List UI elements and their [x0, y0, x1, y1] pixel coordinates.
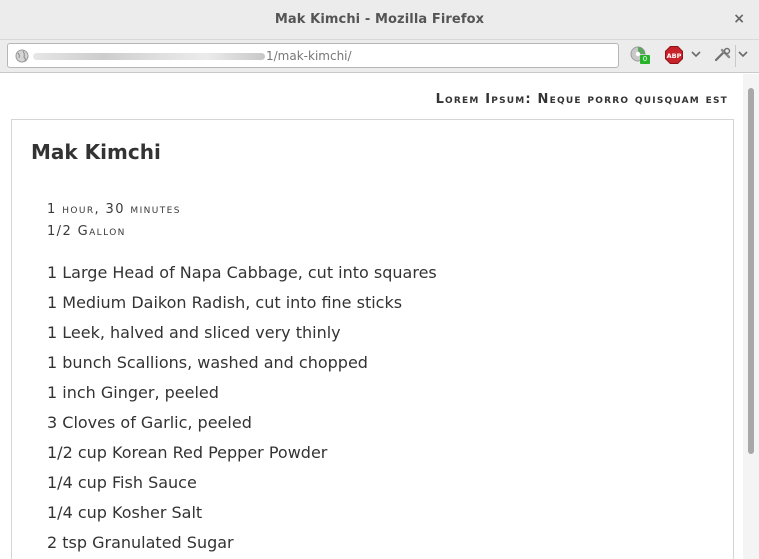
ingredient-item: 1 inch Ginger, peeled [47, 383, 219, 402]
window-titlebar: Mak Kimchi - Mozilla Firefox × [0, 0, 759, 40]
vertical-scrollbar[interactable] [743, 74, 759, 559]
recipe-time: 1 hour, 30 minutes [47, 202, 181, 217]
chevron-down-icon[interactable] [738, 50, 748, 58]
ingredient-item: 2 tsp Granulated Sugar [47, 533, 234, 552]
ingredient-item: 1/4 cup Fish Sauce [47, 473, 197, 492]
ingredient-item: 1/2 cup Korean Red Pepper Powder [47, 443, 328, 462]
site-title[interactable]: Lorem Ipsum: Neque porro quisquam est [436, 92, 728, 107]
window-title: Mak Kimchi - Mozilla Firefox [274, 12, 485, 27]
ingredient-item: 1 bunch Scallions, washed and chopped [47, 353, 368, 372]
adblock-plus-icon-text: ABP [667, 52, 682, 60]
url-path[interactable]: 1/mak-kimchi/ [266, 49, 352, 63]
recipe-title: Mak Kimchi [31, 140, 161, 164]
tools-icon[interactable] [714, 47, 732, 63]
recipe-card: Mak Kimchi 1 hour, 30 minutes 1/2 Gallon… [11, 119, 734, 559]
ingredient-item: 1/4 cup Kosher Salt [47, 503, 203, 522]
ingredient-list: 1 Large Head of Napa Cabbage, cut into s… [47, 258, 437, 558]
ingredient-item: 1 Leek, halved and sliced very thinly [47, 323, 341, 342]
recipe-yield: 1/2 Gallon [47, 224, 126, 239]
close-icon[interactable]: × [733, 11, 745, 27]
ingredient-item: 1 Large Head of Napa Cabbage, cut into s… [47, 263, 437, 282]
globe-icon [15, 49, 29, 63]
extension-badge: 0 [640, 55, 650, 64]
url-bar[interactable]: 1/mak-kimchi/ [7, 43, 619, 68]
extension-icon[interactable]: 0 [630, 46, 652, 66]
scrollbar-thumb[interactable] [748, 88, 754, 454]
ingredient-item: 1 Medium Daikon Radish, cut into fine st… [47, 293, 403, 312]
navigation-toolbar: 1/mak-kimchi/ 0 ABP [0, 40, 759, 73]
url-host-redacted [33, 53, 265, 60]
ingredient-item: 3 Cloves of Garlic, peeled [47, 413, 252, 432]
adblock-plus-icon[interactable]: ABP [665, 46, 683, 64]
toolbar-separator [735, 45, 736, 67]
chevron-down-icon[interactable] [691, 50, 701, 58]
